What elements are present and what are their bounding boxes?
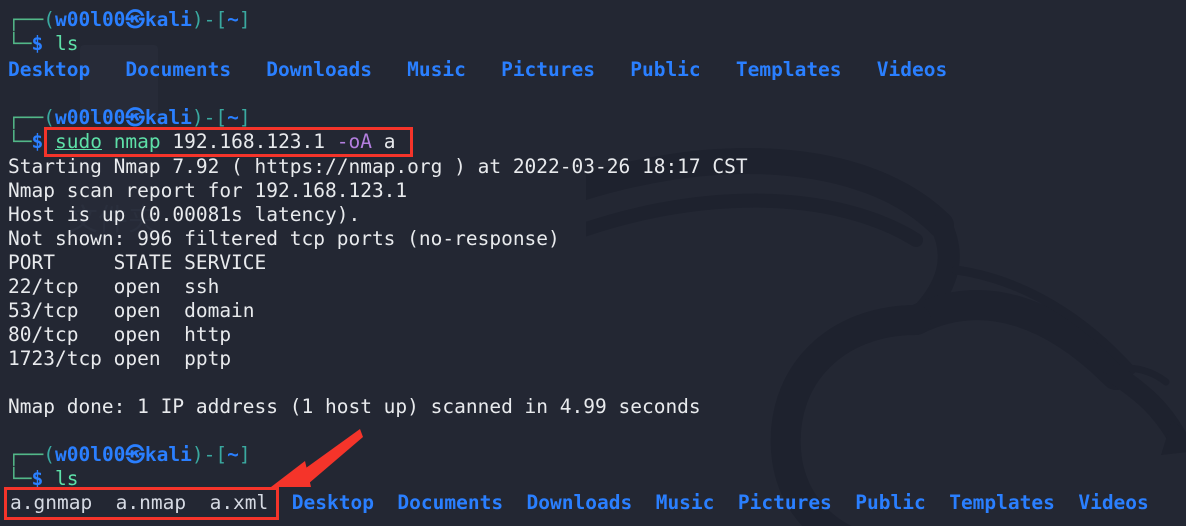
prompt-open-paren-3: ( bbox=[43, 443, 55, 466]
terminal-window[interactable]: 文件夹 ┌──(w00l00㉿kali)-[~] └─$ ls Desktop … bbox=[0, 0, 1186, 526]
nmap-output-files: a.gnmap a.nmap a.xml bbox=[10, 491, 269, 514]
prompt-frame-top: ┌── bbox=[8, 8, 44, 31]
port-table-row: 80/tcp open http bbox=[8, 323, 232, 346]
nmap-output-starting: Starting Nmap 7.92 ( https://nmap.org ) … bbox=[8, 155, 748, 178]
port-table-header: PORT STATE SERVICE bbox=[8, 251, 267, 274]
command-line-nmap[interactable]: └─$ sudo nmap 192.168.123.1 -oA a bbox=[8, 130, 395, 154]
command-option-value: a bbox=[372, 130, 396, 153]
prompt-line-top-3: ┌──(w00l00㉿kali)-[~] bbox=[8, 443, 251, 467]
dir-list-2: Desktop Documents Downloads Music Pictur… bbox=[268, 491, 1149, 514]
ls-output-2: a.gnmap a.nmap a.xml Desktop Documents D… bbox=[10, 491, 1149, 515]
prompt-line-top-2: ┌──(w00l00㉿kali)-[~] bbox=[8, 106, 251, 130]
nmap-output-done: Nmap done: 1 IP address (1 host up) scan… bbox=[8, 395, 701, 418]
prompt-cwd-3: ~ bbox=[227, 443, 239, 466]
prompt-cwd-2: ~ bbox=[227, 106, 239, 129]
prompt-user-host: w00l00㉿kali bbox=[54, 8, 192, 31]
prompt-open-paren-2: ( bbox=[43, 106, 55, 129]
prompt-close-paren: )-[ bbox=[191, 8, 228, 31]
nmap-output-scan-report: Nmap scan report for 192.168.123.1 bbox=[8, 179, 408, 202]
prompt-frame-top-3: ┌── bbox=[8, 443, 44, 466]
prompt-frame-bottom: └─ bbox=[8, 32, 32, 55]
prompt-user-host-3: w00l00㉿kali bbox=[54, 443, 192, 466]
dir-list-1: Desktop Documents Downloads Music Pictur… bbox=[8, 58, 948, 81]
command-option-oA: -oA bbox=[325, 130, 372, 153]
prompt-line-top-1: ┌──(w00l00㉿kali)-[~] bbox=[8, 8, 251, 32]
port-table-row: 53/tcp open domain bbox=[8, 299, 255, 322]
ls-output-dirs-1: Desktop Documents Downloads Music Pictur… bbox=[8, 58, 947, 82]
command-line-1[interactable]: └─$ ls bbox=[8, 32, 78, 56]
nmap-output-host-up: Host is up (0.00081s latency). bbox=[8, 203, 361, 226]
command-target-ip: 192.168.123.1 bbox=[172, 130, 326, 153]
nmap-output-not-shown: Not shown: 996 filtered tcp ports (no-re… bbox=[8, 227, 560, 250]
port-table-row: 1723/tcp open pptp bbox=[8, 347, 232, 370]
prompt-open-paren: ( bbox=[43, 8, 55, 31]
prompt-close-paren-2: )-[ bbox=[191, 106, 228, 129]
prompt-close-bracket: ] bbox=[238, 8, 251, 31]
prompt-frame-top-2: ┌── bbox=[8, 106, 44, 129]
kali-dragon-watermark bbox=[586, 120, 1186, 526]
prompt-dollar-2: $ bbox=[31, 130, 44, 153]
prompt-cwd: ~ bbox=[227, 8, 239, 31]
command-nmap: nmap bbox=[101, 130, 173, 153]
command-ls-1: ls bbox=[54, 32, 79, 55]
command-ls-2: ls bbox=[54, 467, 79, 490]
prompt-frame-bottom-2: └─ bbox=[8, 130, 32, 153]
port-table-row: 22/tcp open ssh bbox=[8, 275, 220, 298]
red-arrow-annotation bbox=[255, 425, 365, 495]
prompt-dollar-3: $ bbox=[31, 467, 44, 490]
prompt-close-bracket-2: ] bbox=[238, 106, 251, 129]
prompt-frame-bottom-3: └─ bbox=[8, 467, 32, 490]
prompt-close-paren-3: )-[ bbox=[191, 443, 228, 466]
prompt-close-bracket-3: ] bbox=[238, 443, 251, 466]
command-sudo: sudo bbox=[54, 130, 102, 153]
command-line-2[interactable]: └─$ ls bbox=[8, 467, 78, 491]
prompt-dollar: $ bbox=[31, 32, 44, 55]
prompt-user-host-2: w00l00㉿kali bbox=[54, 106, 192, 129]
